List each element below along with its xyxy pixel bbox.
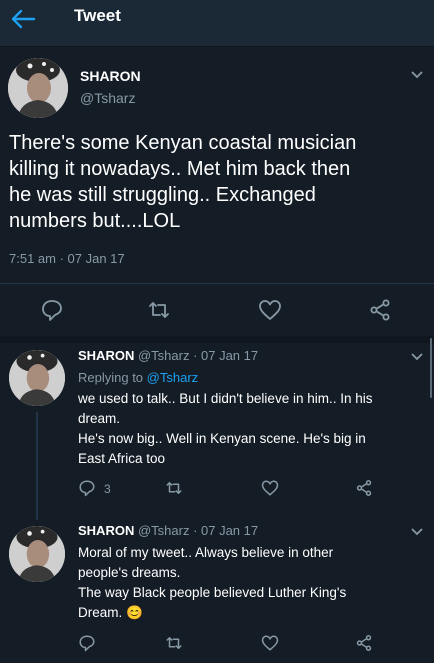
avatar[interactable] — [9, 350, 65, 406]
retweet-button[interactable] — [165, 479, 183, 497]
thread-line — [36, 412, 38, 520]
page-title: Tweet — [74, 6, 121, 25]
like-button[interactable] — [261, 479, 279, 497]
author-name[interactable]: SHARON — [78, 348, 134, 363]
share-icon — [356, 480, 372, 496]
like-icon — [261, 635, 279, 651]
chevron-down-icon[interactable] — [410, 527, 424, 537]
reply-header[interactable]: SHARON @Tsharz · 07 Jan 17 — [78, 348, 258, 363]
retweet-button[interactable] — [165, 634, 183, 652]
reply-header[interactable]: SHARON @Tsharz · 07 Jan 17 — [78, 523, 258, 538]
reply-icon — [79, 480, 95, 497]
reply-button[interactable] — [78, 634, 96, 652]
top-bar: Tweet — [0, 0, 434, 47]
replying-to: Replying to @Tsharz — [78, 370, 199, 385]
share-button[interactable] — [355, 479, 373, 497]
scrollbar[interactable] — [430, 338, 432, 398]
reply-icon — [79, 635, 95, 652]
tweet-text: There's some Kenyan coastal musician kil… — [9, 132, 357, 232]
share-icon — [356, 635, 372, 651]
reply-count: 3 — [104, 482, 111, 496]
retweet-icon — [149, 302, 169, 318]
tweet-actions — [0, 283, 434, 336]
share-button[interactable] — [368, 298, 392, 322]
reply-meta: @Tsharz · 07 Jan 17 — [137, 523, 259, 538]
reply-meta: @Tsharz · 07 Jan 17 — [137, 348, 259, 363]
back-arrow-icon — [11, 9, 36, 29]
reply-icon — [42, 300, 62, 321]
share-icon — [370, 299, 390, 321]
replying-to-link[interactable]: @Tsharz — [147, 370, 199, 385]
like-button[interactable] — [261, 634, 279, 652]
like-icon — [259, 300, 281, 320]
avatar[interactable] — [9, 526, 65, 582]
retweet-button[interactable] — [147, 298, 171, 322]
like-button[interactable] — [258, 298, 282, 322]
share-button[interactable] — [355, 634, 373, 652]
like-icon — [261, 480, 279, 496]
reply-text: we used to talk.. But I didn't believe i… — [78, 391, 373, 466]
author-name[interactable]: SHARON — [78, 523, 134, 538]
reply-button[interactable] — [78, 479, 96, 497]
retweet-icon — [166, 637, 182, 649]
retweet-icon — [166, 482, 182, 494]
author-name[interactable]: SHARON — [80, 68, 141, 84]
avatar[interactable] — [8, 58, 68, 118]
chevron-down-icon[interactable] — [410, 70, 424, 80]
smiling-emoji-icon: 😊 — [126, 605, 143, 620]
section-divider — [0, 336, 434, 343]
chevron-down-icon[interactable] — [410, 352, 424, 362]
reply-button[interactable] — [40, 298, 64, 322]
reply-text: Moral of my tweet.. Always believe in ot… — [78, 545, 347, 620]
back-button[interactable] — [8, 6, 38, 32]
tweet-timestamp: 7:51 am · 07 Jan 17 — [9, 251, 125, 266]
author-handle[interactable]: @Tsharz — [80, 90, 135, 106]
